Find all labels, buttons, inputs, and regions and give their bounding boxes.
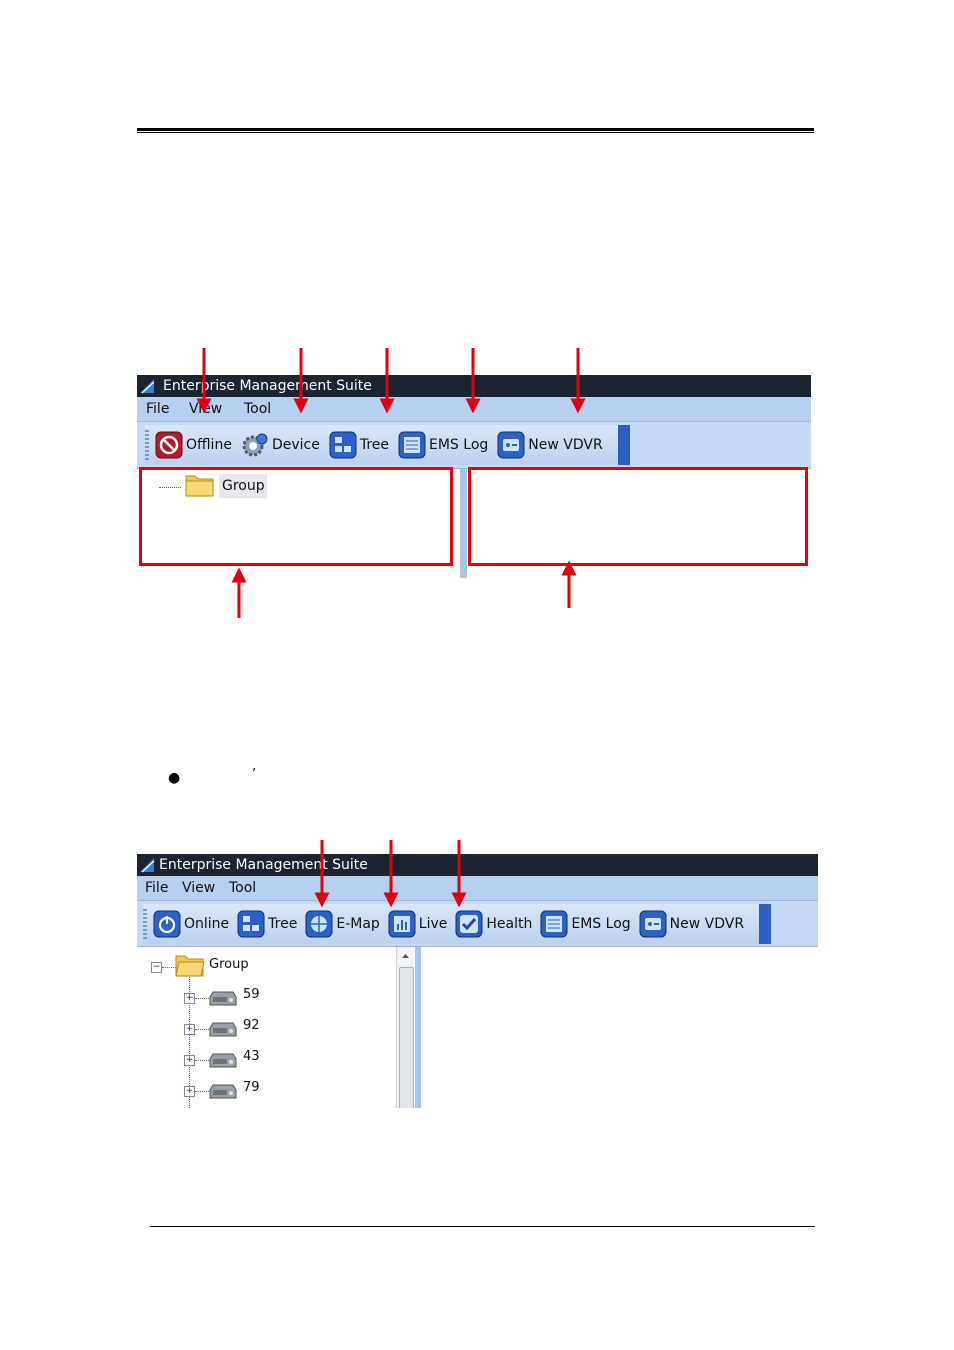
annotation-arrows bbox=[196, 348, 586, 908]
